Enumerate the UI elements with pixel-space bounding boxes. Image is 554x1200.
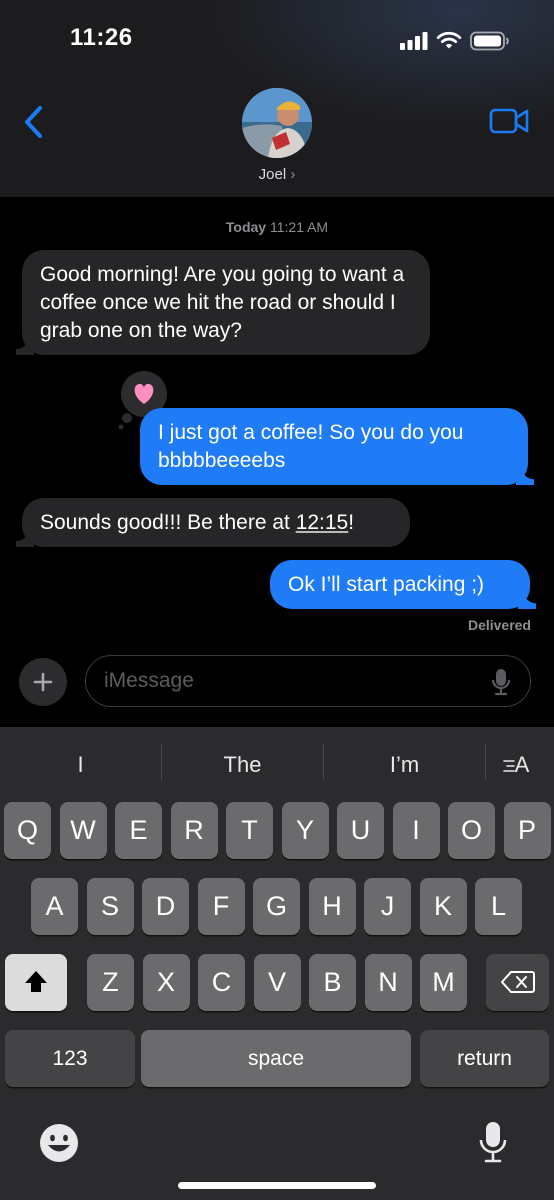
key-f[interactable]: F: [197, 878, 245, 935]
imessage-input[interactable]: [85, 655, 531, 707]
key-q[interactable]: Q: [4, 802, 51, 859]
contact-name[interactable]: Joel ›: [0, 166, 554, 183]
text-format-icon: [502, 760, 515, 772]
key-b[interactable]: B: [309, 954, 356, 1011]
key-r[interactable]: R: [170, 802, 218, 859]
suggestion-3[interactable]: I’m: [324, 747, 485, 783]
key-y[interactable]: Y: [281, 802, 329, 859]
message-text: Good morning! Are you going to want a co…: [40, 263, 405, 342]
message-text: Ok I’ll start packing ;): [288, 573, 485, 596]
video-camera-icon: [489, 108, 529, 134]
chevron-right-icon: ›: [290, 166, 296, 183]
key-p[interactable]: P: [503, 802, 551, 859]
key-w[interactable]: W: [59, 802, 107, 859]
plus-icon: [33, 672, 53, 692]
key-h[interactable]: H: [308, 878, 356, 935]
contact-name-text: Joel: [258, 166, 287, 183]
suggestion-2[interactable]: The: [162, 747, 323, 783]
key-a[interactable]: A: [31, 878, 78, 935]
timestamp-day: Today: [225, 219, 267, 235]
key-t[interactable]: T: [226, 802, 273, 859]
emoji-face-icon: [40, 1124, 78, 1162]
numbers-key[interactable]: 123: [5, 1030, 135, 1087]
key-o[interactable]: O: [448, 802, 495, 859]
message-bubble-incoming[interactable]: Good morning! Are you going to want a co…: [16, 250, 430, 355]
key-c[interactable]: C: [198, 954, 245, 1011]
format-label: A: [514, 752, 530, 777]
message-bubble-incoming[interactable]: Sounds good!!! Be there at 12:15!: [16, 498, 410, 547]
suggestion-divider: [485, 744, 486, 780]
facetime-video-button[interactable]: [488, 104, 530, 138]
suggestion-1[interactable]: I: [0, 747, 161, 783]
key-u[interactable]: U: [337, 802, 384, 859]
status-time: 11:26: [70, 24, 133, 51]
key-i[interactable]: I: [392, 802, 440, 859]
key-g[interactable]: G: [253, 878, 300, 935]
key-d[interactable]: D: [142, 878, 189, 935]
message-text-before: Sounds good!!! Be there at: [40, 511, 296, 534]
emoji-button[interactable]: [38, 1122, 80, 1164]
dictation-button[interactable]: [490, 667, 512, 697]
home-indicator[interactable]: [178, 1182, 376, 1189]
key-l[interactable]: L: [475, 878, 522, 935]
key-s[interactable]: S: [86, 878, 134, 935]
shift-arrow-icon: [25, 971, 47, 992]
message-bubble-outgoing[interactable]: Ok I’ll start packing ;): [270, 560, 536, 609]
battery-icon: [470, 31, 509, 51]
key-z[interactable]: Z: [87, 954, 134, 1011]
thread-timestamp: Today 11:21 AM: [0, 219, 554, 235]
message-text: I just got a coffee! So you do you bbbbb…: [158, 421, 464, 472]
return-key[interactable]: return: [420, 1030, 549, 1087]
space-key[interactable]: space: [141, 1030, 411, 1087]
key-k[interactable]: K: [419, 878, 467, 935]
key-x[interactable]: X: [142, 954, 190, 1011]
apps-plus-button[interactable]: [19, 658, 67, 706]
key-e[interactable]: E: [115, 802, 162, 859]
dictation-keyboard-button[interactable]: [478, 1120, 508, 1166]
key-n[interactable]: N: [364, 954, 412, 1011]
microphone-icon: [491, 669, 511, 696]
wifi-icon: [436, 31, 462, 49]
delete-backward-icon: [500, 971, 535, 993]
contact-avatar[interactable]: [242, 88, 312, 158]
status-icons: [400, 28, 510, 54]
key-j[interactable]: J: [364, 878, 411, 935]
key-m[interactable]: M: [420, 954, 467, 1011]
text-format-button[interactable]: A: [488, 747, 544, 783]
timestamp-time: 11:21 AM: [269, 219, 329, 235]
key-v[interactable]: V: [253, 954, 301, 1011]
delivery-status: Delivered: [467, 617, 531, 633]
back-button[interactable]: [18, 102, 54, 142]
cellular-signal-icon: [400, 32, 428, 50]
message-text-after: !: [348, 511, 355, 534]
microphone-icon: [479, 1122, 507, 1163]
backspace-key[interactable]: [486, 954, 549, 1011]
avatar-photo: [242, 88, 312, 158]
time-link[interactable]: 12:15: [296, 511, 349, 534]
shift-key[interactable]: [5, 954, 67, 1011]
message-bubble-outgoing[interactable]: I just got a coffee! So you do you bbbbb…: [140, 408, 534, 485]
chevron-left-icon: [25, 106, 42, 138]
